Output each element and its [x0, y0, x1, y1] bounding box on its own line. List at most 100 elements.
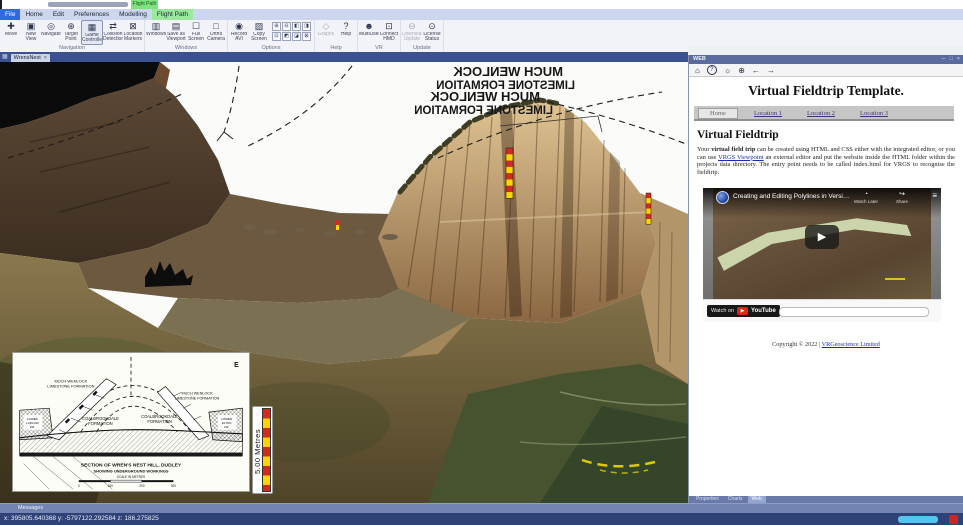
multiuser-button[interactable]: ☻ MultiUser — [359, 20, 379, 45]
svg-text:FORMATION: FORMATION — [147, 419, 171, 424]
viewport-grid-icon[interactable]: ▦ — [2, 52, 8, 62]
target-point-button[interactable]: ⊕ Target Point — [61, 20, 81, 45]
download-update-button[interactable]: ⊖Download Update — [402, 20, 422, 45]
fieldtrip-tab-bar: Home Location 1 Location 2 Location 3 — [694, 106, 954, 121]
toggle-icon[interactable]: ◩ — [282, 32, 291, 41]
channel-avatar[interactable] — [716, 191, 729, 204]
group-label-navigation: Navigation — [59, 45, 85, 51]
close-icon[interactable]: × — [957, 55, 960, 64]
maximize-icon[interactable]: □ — [949, 55, 952, 64]
tab-flight-path[interactable]: Flight Path — [151, 9, 193, 20]
tab-web[interactable]: Web — [747, 496, 766, 503]
navigation-button[interactable]: ◎Navigation — [41, 20, 61, 45]
toggle-icon[interactable]: ◧ — [292, 22, 301, 31]
viewport-tab-wrensnest[interactable]: WrensNest × — [10, 54, 50, 62]
help-button[interactable]: ? Help — [336, 20, 356, 45]
tab-charts[interactable]: Charts — [724, 496, 747, 503]
location-markers-button[interactable]: ⊠ Location Markers — [123, 20, 143, 45]
group-label-vr: VR — [375, 45, 383, 51]
save-viewport-button[interactable]: ▤ Save as Viewport — [166, 20, 186, 45]
intro-paragraph: Your virtual field trip can be created u… — [697, 146, 955, 176]
svg-text:200: 200 — [139, 484, 144, 488]
share-button[interactable]: ↪ Share — [885, 191, 919, 204]
page-title: Virtual Fieldtrip Template. — [748, 83, 904, 98]
toggle-icon[interactable]: ⊟ — [282, 22, 291, 31]
view-options-toggles: ⊞ ⊟ ◧ ◨ ⊡ ◩ ◪ ⊠ — [272, 22, 311, 45]
tab-home[interactable]: Home — [20, 9, 47, 20]
copy-icon: ▨ — [254, 21, 264, 31]
watch-on-label: Watch on — [711, 308, 735, 314]
game-controller-button[interactable]: ▦ Game Controller — [81, 20, 103, 45]
fieldtrip-tab-location-1[interactable]: Location 1 — [754, 110, 782, 117]
ortho-camera-button[interactable]: □ Ortho Camera — [206, 20, 226, 45]
button-label: Graphs — [317, 32, 335, 37]
fieldtrip-web-page: Virtual Fieldtrip Template. Home Locatio… — [689, 77, 963, 496]
ortho-camera-icon: □ — [213, 21, 219, 31]
back-icon[interactable]: ← — [752, 64, 760, 77]
toggle-icon[interactable]: ⊠ — [302, 32, 311, 41]
watch-on-youtube-button[interactable]: Watch on ▶ YouTube — [707, 305, 780, 317]
vrgeoscience-link[interactable]: VRGeoscience Limited — [822, 341, 880, 348]
copy-screen-button[interactable]: ▨ Copy Screen — [249, 20, 269, 45]
toggle-icon[interactable]: ⊡ — [272, 32, 281, 41]
bulb-icon[interactable]: ☼ — [724, 64, 731, 77]
help-icon[interactable]: ? — [706, 65, 717, 75]
video-menu-icon[interactable]: ≡ — [932, 192, 937, 200]
tab-file[interactable]: File — [0, 9, 21, 20]
fieldtrip-tab-location-2[interactable]: Location 2 — [807, 110, 835, 117]
svg-text:MUCH WENLOCK: MUCH WENLOCK — [453, 64, 563, 79]
graphs-button[interactable]: ◇ Graphs — [316, 20, 336, 45]
record-avi-button[interactable]: ◉ Record AVI — [229, 20, 249, 45]
gamepad-icon: ▦ — [87, 22, 97, 32]
button-label: Location Markers — [123, 32, 143, 42]
ribbon-group-vr: ☻ MultiUser ⊡ Connect HMD VR — [358, 20, 401, 52]
toggle-icon[interactable]: ◨ — [302, 22, 311, 31]
youtube-embed[interactable]: Creating and Editing Polylines in Versio… — [703, 188, 941, 322]
watch-later-button[interactable]: ◔ Watch Later — [849, 191, 883, 204]
video-seek-bar[interactable] — [779, 307, 929, 317]
fieldtrip-tab-location-3[interactable]: Location 3 — [860, 110, 888, 117]
new-view-button[interactable]: ▣ New View — [21, 20, 41, 45]
survey-pole — [505, 147, 514, 199]
group-label-update: Update — [413, 45, 431, 51]
windows-button[interactable]: ▥ Windows — [146, 20, 166, 45]
play-button[interactable]: ▶ — [805, 225, 839, 250]
tab-edit[interactable]: Edit — [48, 9, 69, 20]
svg-text:0: 0 — [78, 484, 80, 488]
svg-text:100: 100 — [108, 484, 113, 488]
license-icon: ⊙ — [428, 21, 436, 31]
cross-section-inset-figure: MUCH WENLOCK LIMESTONE FORMATION MUCH WE… — [12, 352, 250, 492]
connect-hmd-button[interactable]: ⊡ Connect HMD — [379, 20, 399, 45]
toggle-icon[interactable]: ◪ — [292, 32, 301, 41]
tab-properties[interactable]: Properties — [692, 496, 723, 503]
vrgs-viewpoint-link[interactable]: VRGS Viewpoint — [718, 154, 763, 161]
video-title[interactable]: Creating and Editing Polylines in Versio… — [733, 193, 851, 200]
survey-pole — [645, 192, 652, 225]
share-icon: ↪ — [899, 191, 905, 198]
move-button[interactable]: ✚ Move — [1, 20, 21, 45]
full-screen-button[interactable]: ☐ Full Screen — [186, 20, 206, 45]
thumbnail-scale-mark — [885, 278, 905, 280]
svg-text:LIMESTONE FORMATION: LIMESTONE FORMATION — [47, 384, 94, 389]
new-view-icon: ▣ — [26, 21, 36, 31]
tab-preferences[interactable]: Preferences — [69, 9, 114, 20]
fullscreen-icon: ☐ — [191, 21, 201, 31]
viewport-3d-scene[interactable]: MUCH WENLOCK LIMESTONE FORMATION MUCH WE… — [0, 62, 688, 503]
toggle-icon[interactable]: ⊞ — [272, 22, 281, 31]
fieldtrip-tab-home[interactable]: Home — [698, 108, 738, 119]
record-icon: ◉ — [235, 21, 243, 31]
collision-detection-button[interactable]: ⇄ Collision Detection — [103, 20, 123, 45]
status-logo-icon — [949, 515, 958, 524]
tab-modelling[interactable]: Modelling — [114, 9, 152, 20]
home-icon[interactable]: ⌂ — [695, 64, 700, 77]
group-label-options: Options — [261, 45, 281, 51]
forward-icon[interactable]: → — [767, 64, 775, 77]
minimize-icon[interactable]: ─ — [942, 55, 946, 64]
ribbon-group-navigation: ✚Move ▣New View ◎Navigation ⊕Target Poin… — [0, 20, 145, 52]
license-status-button[interactable]: ⊙ License Status — [422, 20, 442, 45]
messages-strip[interactable]: Messages — [0, 503, 963, 513]
button-label: Help — [340, 32, 352, 37]
close-icon[interactable]: × — [44, 54, 47, 62]
graphs-icon: ◇ — [322, 21, 330, 31]
globe-icon[interactable]: ⊕ — [738, 64, 745, 77]
